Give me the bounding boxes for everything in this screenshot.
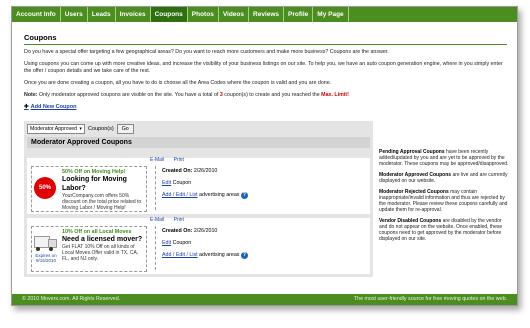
coupon-card: 50% OFF 50% Off on Moving Help! Looking … [31,166,147,213]
legend-item: Moderator Rejected Coupons may contain i… [379,189,511,213]
coupon-divider [155,166,156,210]
coupon-word: Coupon [172,180,192,186]
note-label: Note: [24,92,38,98]
coupon-text: 10% Off on all Local Moves Need a licens… [62,229,144,262]
areas-row: Add / Edit / List advertising areas ? [162,192,248,199]
coupon-divider [155,226,156,270]
coupon-image: 50% OFF [34,170,58,213]
go-button[interactable]: Go [116,124,134,134]
legend-item: Pending Approval Coupons have been recen… [379,149,511,167]
tagline-text: The most user-friendly source for free m… [353,296,507,302]
areas-row: Add / Edit / List advertising areas ? [162,252,248,259]
discount-badge-icon: 50% OFF [34,177,56,213]
plus-icon: ✚ [24,104,29,110]
created-on: Created On: 2/26/2010 [162,168,248,174]
page-content: Coupons Do you have a special offer targ… [24,25,507,112]
areas-text: advertising areas [199,252,240,258]
note-text: Only moderator approved coupons are visi… [39,92,219,98]
area-codes-paragraph: Once you are done creating a coupon, all… [24,80,332,86]
help-icon[interactable]: ? [240,192,248,199]
edit-coupon-link[interactable]: Edit [162,240,171,246]
tab-leads[interactable]: Leads [88,7,116,22]
created-label: Created On: [162,168,193,174]
intro-paragraph: Do you have a special offer targeting a … [24,49,389,55]
coupon-body: YourCompany.com offers 50% discount on t… [62,193,142,211]
email-link[interactable]: E-Mail [150,217,164,223]
help-icon[interactable]: ? [240,252,248,259]
coupon-text: 50% Off on Moving Help! Looking for Movi… [62,169,144,211]
email-link[interactable]: E-Mail [150,157,164,163]
footer: © 2010 Movers.com. All Rights Reserved. … [12,294,517,305]
main-window: Account Info Users Leads Invoices Coupon… [11,6,518,306]
add-new-coupon-label: Add New Coupon [30,104,77,110]
coupons-panel: Moderator Approved ▾ Coupon(s) Go Modera… [24,121,373,277]
coupon-image: Expires on 9/15/2010 [34,230,58,268]
tab-profile[interactable]: Profile [284,7,314,22]
page-title: Coupons [24,33,57,42]
areas-link[interactable]: Add / Edit / List [162,192,198,198]
top-nav: Account Info Users Leads Invoices Coupon… [12,7,517,22]
moving-truck-icon [34,236,57,251]
note-text-2: coupon(s) to create and you reached the [224,92,320,98]
areas-link[interactable]: Add / Edit / List [162,252,198,258]
tab-account-info[interactable]: Account Info [12,7,61,22]
info-paragraph: Using coupons you can come up with more … [24,61,503,74]
copyright-text: © 2010 Movers.com. All Rights Reserved. [22,296,121,302]
print-link[interactable]: Print [174,217,184,223]
legend-item: Moderator Approved Coupons are live and … [379,172,511,184]
max-limit-text: Max. Limit! [321,92,349,98]
coupon-card: Expires on 9/15/2010 10% Off on all Loca… [31,226,147,272]
edit-row: Edit Coupon [162,240,248,246]
limit-note: Note: Only moderator approved coupons ar… [24,92,507,99]
coupon-word: Coupon [172,240,192,246]
coupon-body: Get FLAT 10% Off on all kinds of Local M… [62,244,139,262]
coupon-row: E-Mail Print 50% OFF 50% Off on Moving H… [27,157,370,214]
status-legend: Pending Approval Coupons have been recen… [379,149,511,247]
filter-bar: Moderator Approved ▾ Coupon(s) Go [24,121,373,137]
filter-label: Coupon(s) [88,126,114,132]
tab-users[interactable]: Users [61,7,88,22]
coupon-actions: E-Mail Print [150,217,192,223]
coupon-row: E-Mail Print Expires on 9/15/2010 10% Of… [27,217,370,274]
created-label: Created On: [162,228,193,234]
created-date: 2/26/2010 [193,228,218,234]
coupon-status-select[interactable]: Moderator Approved ▾ [27,124,85,134]
tab-reviews[interactable]: Reviews [249,7,285,22]
edit-row: Edit Coupon [162,180,248,186]
chevron-down-icon: ▾ [79,126,82,132]
tab-photos[interactable]: Photos [188,7,219,22]
created-on: Created On: 2/26/2010 [162,228,248,234]
print-link[interactable]: Print [174,157,184,163]
created-date: 2/26/2010 [193,168,218,174]
tab-my-page[interactable]: My Page [313,7,349,22]
areas-text: advertising areas [199,192,240,198]
coupon-headline: Looking for Moving Labor? [62,176,127,192]
tab-coupons[interactable]: Coupons [150,7,188,22]
add-new-coupon-link[interactable]: ✚ Add New Coupon [24,104,507,110]
expiry-date: Expires on 9/15/2010 [35,253,57,263]
title-divider [24,44,507,45]
coupon-count: 3 [219,92,223,98]
legend-item: Vendor Disabled Coupons are disabled by … [379,218,511,242]
edit-coupon-link[interactable]: Edit [162,180,171,186]
tab-invoices[interactable]: Invoices [116,7,151,22]
panel-header: Moderator Approved Coupons [27,137,370,148]
coupon-info: Created On: 2/26/2010 Edit Coupon Add / … [162,168,248,205]
select-value: Moderator Approved [30,126,78,132]
coupon-info: Created On: 2/26/2010 Edit Coupon Add / … [162,228,248,265]
coupon-headline: Need a licensed mover? [62,236,143,243]
coupon-actions: E-Mail Print [150,157,192,163]
tab-videos[interactable]: Videos [219,7,250,22]
